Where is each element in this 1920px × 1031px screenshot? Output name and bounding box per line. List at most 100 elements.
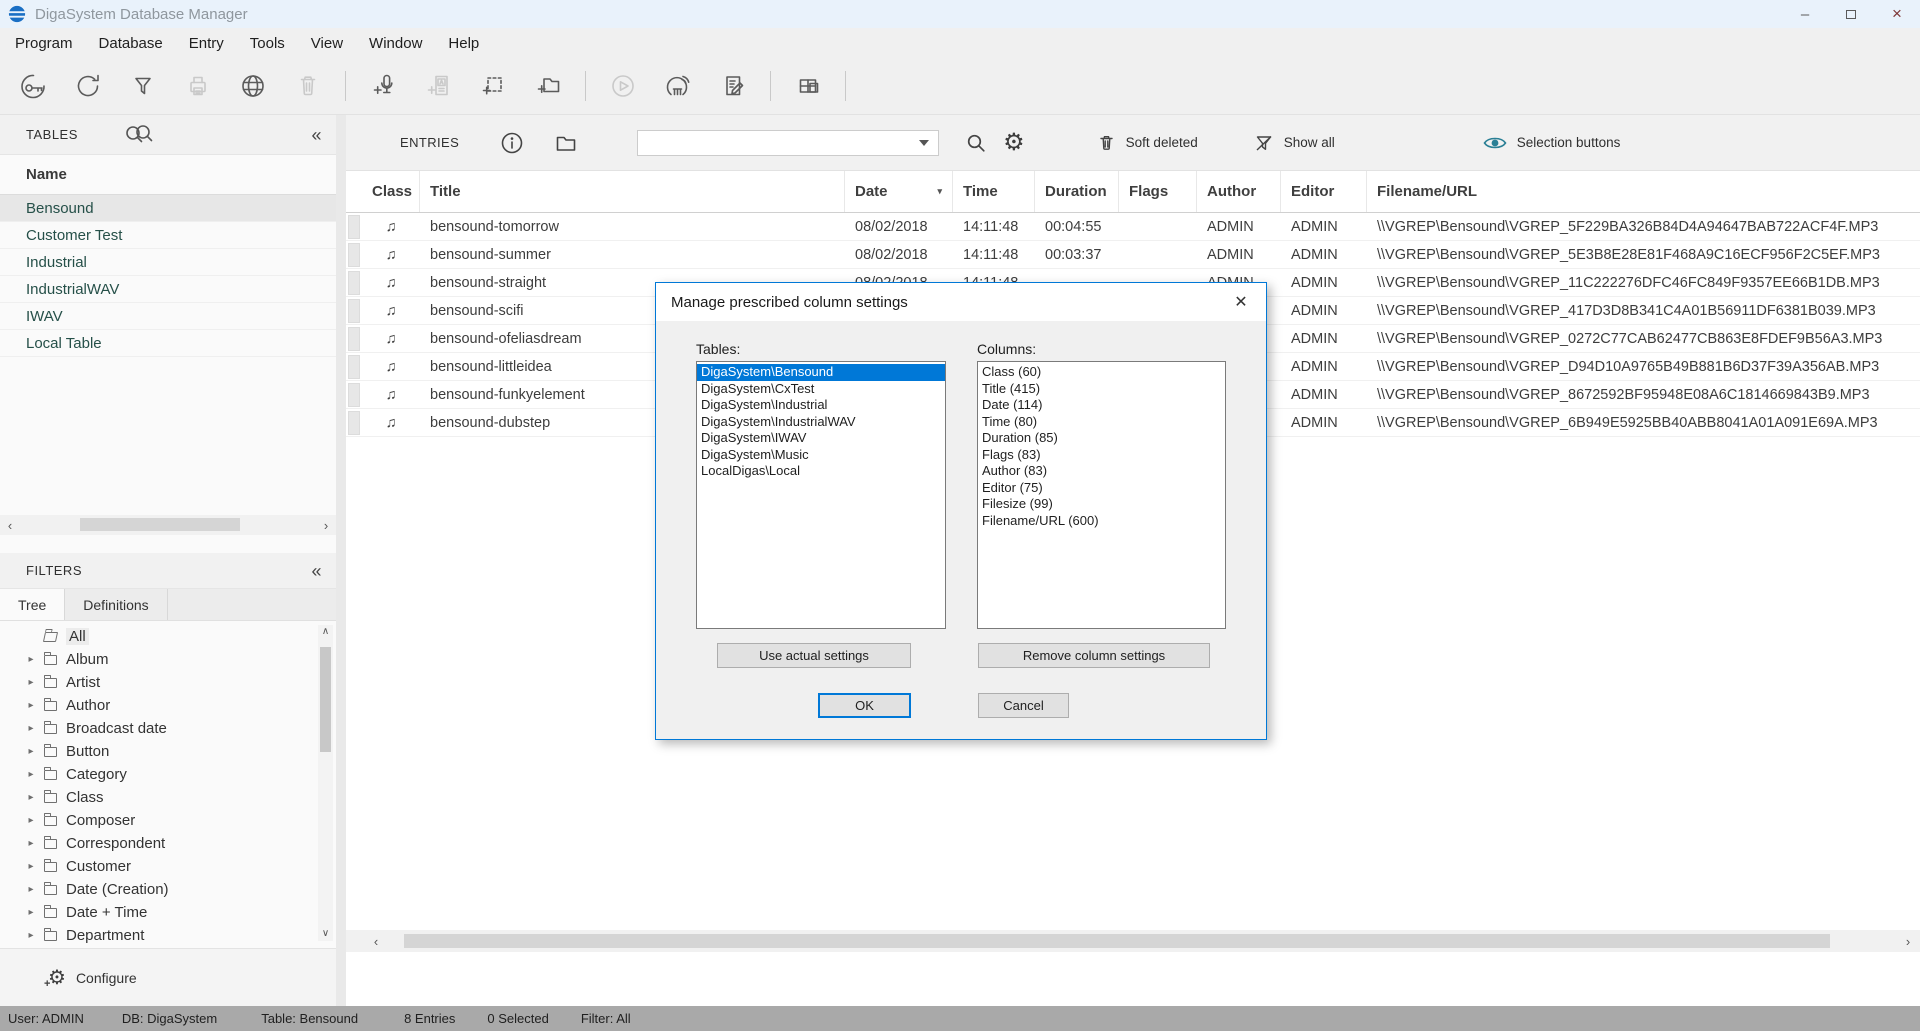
menu-database[interactable]: Database <box>86 28 176 58</box>
table-row-industrial[interactable]: Industrial <box>0 249 336 276</box>
edit-entry-icon[interactable] <box>710 63 756 109</box>
row-selection-button[interactable] <box>346 409 362 436</box>
menu-entry[interactable]: Entry <box>176 28 237 58</box>
scrollbar-thumb[interactable] <box>404 934 1830 948</box>
dialog-columns-listbox[interactable]: Class (60) Title (415) Date (114) Time (… <box>977 361 1226 629</box>
table-row-industrialwav[interactable]: IndustrialWAV <box>0 276 336 303</box>
listbox-item[interactable]: Editor (75) <box>978 480 1225 497</box>
row-selection-button[interactable] <box>346 269 362 296</box>
scroll-right-icon[interactable]: › <box>318 515 334 535</box>
column-header-author[interactable]: Author <box>1197 171 1281 212</box>
row-selection-button[interactable] <box>346 325 362 352</box>
column-header-date[interactable]: Date▾ <box>845 171 953 212</box>
tree-item-all[interactable]: ▸All <box>0 625 336 648</box>
listbox-item[interactable]: DigaSystem\IWAV <box>697 430 945 447</box>
listbox-item[interactable]: Flags (83) <box>978 447 1225 464</box>
search-tables-icon[interactable] <box>122 123 156 147</box>
listbox-item[interactable]: DigaSystem\CxTest <box>697 381 945 398</box>
show-all-toggle[interactable]: Show all <box>1254 133 1335 153</box>
listbox-item[interactable]: DigaSystem\Music <box>697 447 945 464</box>
scroll-up-icon[interactable]: ∧ <box>318 625 333 639</box>
row-selection-button[interactable] <box>346 297 362 324</box>
info-icon[interactable] <box>499 130 525 156</box>
column-header-title[interactable]: Title <box>420 171 845 212</box>
expand-arrow-icon[interactable]: ▸ <box>24 677 38 688</box>
folder-icon[interactable] <box>553 130 579 156</box>
expand-arrow-icon[interactable]: ▸ <box>24 815 38 826</box>
record-microphone-icon[interactable] <box>360 63 406 109</box>
entries-search-combobox[interactable] <box>637 130 939 156</box>
listbox-item[interactable]: Author (83) <box>978 463 1225 480</box>
expand-arrow-icon[interactable]: ▸ <box>24 861 38 872</box>
tree-item-album[interactable]: ▸Album <box>0 648 336 671</box>
entries-horizontal-scrollbar[interactable]: ‹ › <box>346 930 1920 952</box>
expand-arrow-icon[interactable]: ▸ <box>24 723 38 734</box>
column-header-editor[interactable]: Editor <box>1281 171 1367 212</box>
expand-arrow-icon[interactable]: ▸ <box>24 884 38 895</box>
tree-item-artist[interactable]: ▸Artist <box>0 671 336 694</box>
tree-item-composer[interactable]: ▸Composer <box>0 809 336 832</box>
add-entry-icon[interactable] <box>470 63 516 109</box>
column-header-class[interactable]: Class <box>362 171 420 212</box>
tree-item-author[interactable]: ▸Author <box>0 694 336 717</box>
row-selection-button[interactable] <box>346 381 362 408</box>
menu-help[interactable]: Help <box>435 28 492 58</box>
scroll-right-icon[interactable]: › <box>1900 930 1916 952</box>
remove-column-settings-button[interactable]: Remove column settings <box>978 643 1210 668</box>
menu-program[interactable]: Program <box>2 28 86 58</box>
table-row-bensound[interactable]: Bensound <box>0 195 336 222</box>
add-folder-icon[interactable] <box>525 63 571 109</box>
use-actual-settings-button[interactable]: Use actual settings <box>717 643 911 668</box>
close-icon[interactable]: × <box>1874 0 1920 28</box>
entry-title-link[interactable]: bensound-summer <box>420 241 845 268</box>
table-row[interactable]: ♫ bensound-summer 08/02/2018 14:11:48 00… <box>346 241 1920 269</box>
column-header-time[interactable]: Time <box>953 171 1035 212</box>
menu-view[interactable]: View <box>298 28 356 58</box>
row-selection-button[interactable] <box>346 213 362 240</box>
tree-item-button[interactable]: ▸Button <box>0 740 336 763</box>
expand-arrow-icon[interactable]: ▸ <box>24 792 38 803</box>
table-row-local-table[interactable]: Local Table <box>0 330 336 357</box>
table-row-iwav[interactable]: IWAV <box>0 303 336 330</box>
minimize-icon[interactable]: – <box>1782 0 1828 28</box>
listbox-item[interactable]: Date (114) <box>978 397 1225 414</box>
globe-icon[interactable] <box>230 63 276 109</box>
tables-horizontal-scrollbar[interactable]: ‹ › <box>0 515 336 535</box>
filter-icon[interactable] <box>120 63 166 109</box>
table-row[interactable]: ♫ bensound-tomorrow 08/02/2018 14:11:48 … <box>346 213 1920 241</box>
menu-window[interactable]: Window <box>356 28 435 58</box>
row-selection-button[interactable] <box>346 241 362 268</box>
tree-item-date-time[interactable]: ▸Date + Time <box>0 901 336 924</box>
cancel-button[interactable]: Cancel <box>978 693 1069 718</box>
dialog-tables-listbox[interactable]: DigaSystem\Bensound DigaSystem\CxTest Di… <box>696 361 946 629</box>
listbox-item[interactable]: Class (60) <box>978 364 1225 381</box>
tab-definitions[interactable]: Definitions <box>65 589 167 620</box>
on-air-icon[interactable] <box>655 63 701 109</box>
expand-arrow-icon[interactable]: ▸ <box>24 930 38 941</box>
listbox-item[interactable]: DigaSystem\Industrial <box>697 397 945 414</box>
expand-arrow-icon[interactable]: ▸ <box>24 700 38 711</box>
selection-buttons-toggle[interactable]: Selection buttons <box>1483 135 1621 151</box>
expand-arrow-icon[interactable]: ▸ <box>24 838 38 849</box>
configure-button[interactable]: ⚙+ Configure <box>0 948 336 1006</box>
tree-item-customer[interactable]: ▸Customer <box>0 855 336 878</box>
entry-title-link[interactable]: bensound-tomorrow <box>420 213 845 240</box>
listbox-item[interactable]: Duration (85) <box>978 430 1225 447</box>
gear-icon[interactable]: ⚙ <box>1003 131 1025 155</box>
expand-arrow-icon[interactable]: ▸ <box>24 746 38 757</box>
maximize-icon[interactable] <box>1828 0 1874 28</box>
refresh-icon[interactable] <box>65 63 111 109</box>
listbox-item-selected[interactable]: DigaSystem\Bensound <box>697 364 945 381</box>
listbox-item[interactable]: Title (415) <box>978 381 1225 398</box>
column-settings-icon[interactable] <box>785 63 831 109</box>
soft-deleted-toggle[interactable]: Soft deleted <box>1097 133 1198 152</box>
scrollbar-thumb[interactable] <box>80 518 240 531</box>
search-icon[interactable] <box>963 130 989 156</box>
scrollbar-thumb[interactable] <box>320 647 331 752</box>
key-icon[interactable] <box>10 63 56 109</box>
tree-item-correspondent[interactable]: ▸Correspondent <box>0 832 336 855</box>
listbox-item[interactable]: Time (80) <box>978 414 1225 431</box>
filters-vertical-scrollbar[interactable]: ∧ ∨ <box>318 625 333 941</box>
menu-tools[interactable]: Tools <box>237 28 298 58</box>
ok-button[interactable]: OK <box>818 693 911 718</box>
